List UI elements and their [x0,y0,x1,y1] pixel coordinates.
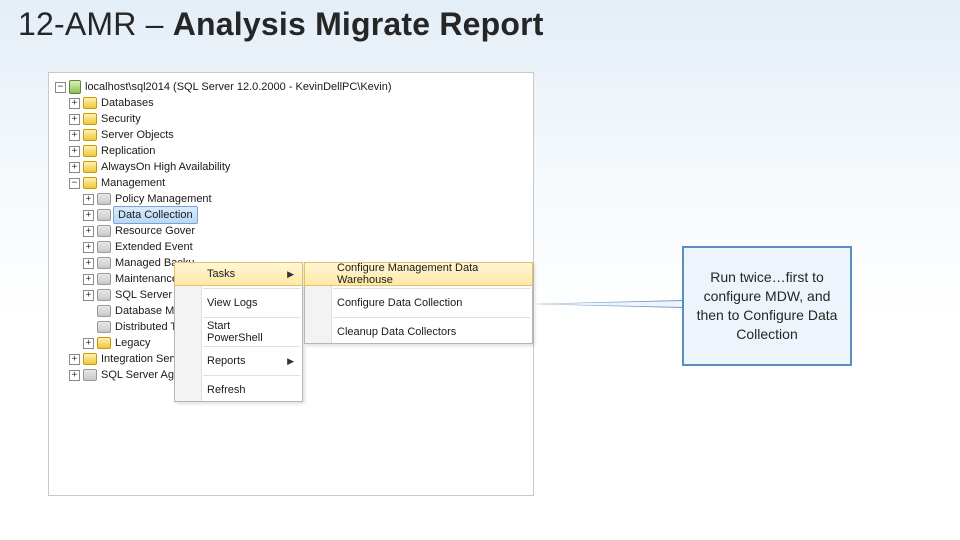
expand-icon[interactable]: + [83,226,94,237]
submenu-arrow-icon: ▶ [287,269,294,280]
folder-icon [83,145,97,157]
item-icon [97,209,111,221]
tree-node[interactable]: + Policy Management [55,191,527,207]
tree-label: Extended Event [115,239,193,255]
tree-node[interactable]: + Server Objects [55,127,527,143]
menu-separator [203,288,300,289]
item-icon [97,193,111,205]
tree-label: AlwaysOn High Availability [101,159,230,175]
tree-node-data-collection[interactable]: + Data Collection [55,207,527,223]
item-icon [97,321,111,333]
annotation-callout: Run twice…first to configure MDW, and th… [682,246,852,366]
callout-text: Run twice…first to configure MDW, and th… [694,268,840,344]
tree-label: Server Objects [101,127,174,143]
tree-label: Policy Management [115,191,212,207]
item-icon [97,225,111,237]
expand-icon[interactable]: + [83,290,94,301]
menu-item-configure-data-collection[interactable]: Configure Data Collection [305,292,532,314]
folder-icon [83,353,97,365]
tree-node-management[interactable]: − Management [55,175,527,191]
item-icon [97,289,111,301]
expand-icon[interactable]: + [69,130,80,141]
submenu-arrow-icon: ▶ [287,356,294,367]
expand-icon[interactable]: + [83,258,94,269]
expand-icon[interactable]: + [69,370,80,381]
tree-label: Security [101,111,141,127]
menu-label: View Logs [207,297,258,309]
context-menu-primary: Tasks ▶ View Logs Start PowerShell Report… [174,262,303,402]
menu-separator [333,288,530,289]
folder-icon [83,97,97,109]
menu-label: Start PowerShell [207,320,278,344]
menu-item-configure-mdw[interactable]: Configure Management Data Warehouse [304,262,533,286]
tree-label: Legacy [115,335,150,351]
menu-item-view-logs[interactable]: View Logs [175,292,302,314]
menu-separator [203,375,300,376]
item-icon [97,241,111,253]
menu-item-cleanup-data-collectors[interactable]: Cleanup Data Collectors [305,321,532,343]
menu-item-refresh[interactable]: Refresh [175,379,302,401]
menu-separator [333,317,530,318]
expand-icon[interactable]: + [83,210,94,221]
tree-label: Replication [101,143,155,159]
menu-label: Refresh [207,384,246,396]
folder-icon [83,129,97,141]
tree-node[interactable]: + Security [55,111,527,127]
title-bold: Analysis Migrate Report [173,6,544,42]
expand-icon[interactable]: + [83,194,94,205]
folder-icon [83,177,97,189]
tree-label: Management [101,175,165,191]
item-icon [97,257,111,269]
server-icon [69,80,81,94]
expand-icon[interactable]: + [83,338,94,349]
tree-node[interactable]: + Databases [55,95,527,111]
tree-label: Databases [101,95,154,111]
expand-icon[interactable]: + [69,162,80,173]
folder-icon [97,337,111,349]
menu-label: Cleanup Data Collectors [337,326,456,338]
menu-separator [203,346,300,347]
item-icon [97,305,111,317]
folder-icon [83,161,97,173]
callout-arrow-fill [540,301,684,307]
collapse-icon[interactable]: − [69,178,80,189]
agent-icon [83,369,97,381]
menu-separator [203,317,300,318]
tree-node[interactable]: + Resource Gover [55,223,527,239]
menu-label: Tasks [207,268,235,280]
context-menu-tasks-submenu: Configure Management Data Warehouse Conf… [304,262,533,344]
tree-node[interactable]: + Extended Event [55,239,527,255]
expand-icon[interactable]: + [69,114,80,125]
menu-item-start-powershell[interactable]: Start PowerShell [175,321,302,343]
tree-label-selected: Data Collection [113,206,198,224]
collapse-icon[interactable]: − [55,82,66,93]
tree-server-root[interactable]: − localhost\sql2014 (SQL Server 12.0.200… [55,79,527,95]
expand-icon[interactable]: + [69,98,80,109]
expand-icon[interactable]: + [69,354,80,365]
tree-label: localhost\sql2014 (SQL Server 12.0.2000 … [85,79,392,95]
tree-node[interactable]: + Replication [55,143,527,159]
expand-icon[interactable]: + [83,274,94,285]
tree-node[interactable]: + AlwaysOn High Availability [55,159,527,175]
item-icon [97,273,111,285]
expand-icon[interactable]: + [69,146,80,157]
menu-item-reports[interactable]: Reports ▶ [175,350,302,372]
slide-title: 12-AMR – Analysis Migrate Report [18,6,544,43]
menu-label: Configure Management Data Warehouse [337,262,508,286]
expand-icon[interactable]: + [83,242,94,253]
menu-label: Reports [207,355,246,367]
menu-item-tasks[interactable]: Tasks ▶ [174,262,303,286]
menu-label: Configure Data Collection [337,297,462,309]
title-prefix: 12-AMR – [18,6,173,42]
folder-icon [83,113,97,125]
tree-label: Resource Gover [115,223,195,239]
